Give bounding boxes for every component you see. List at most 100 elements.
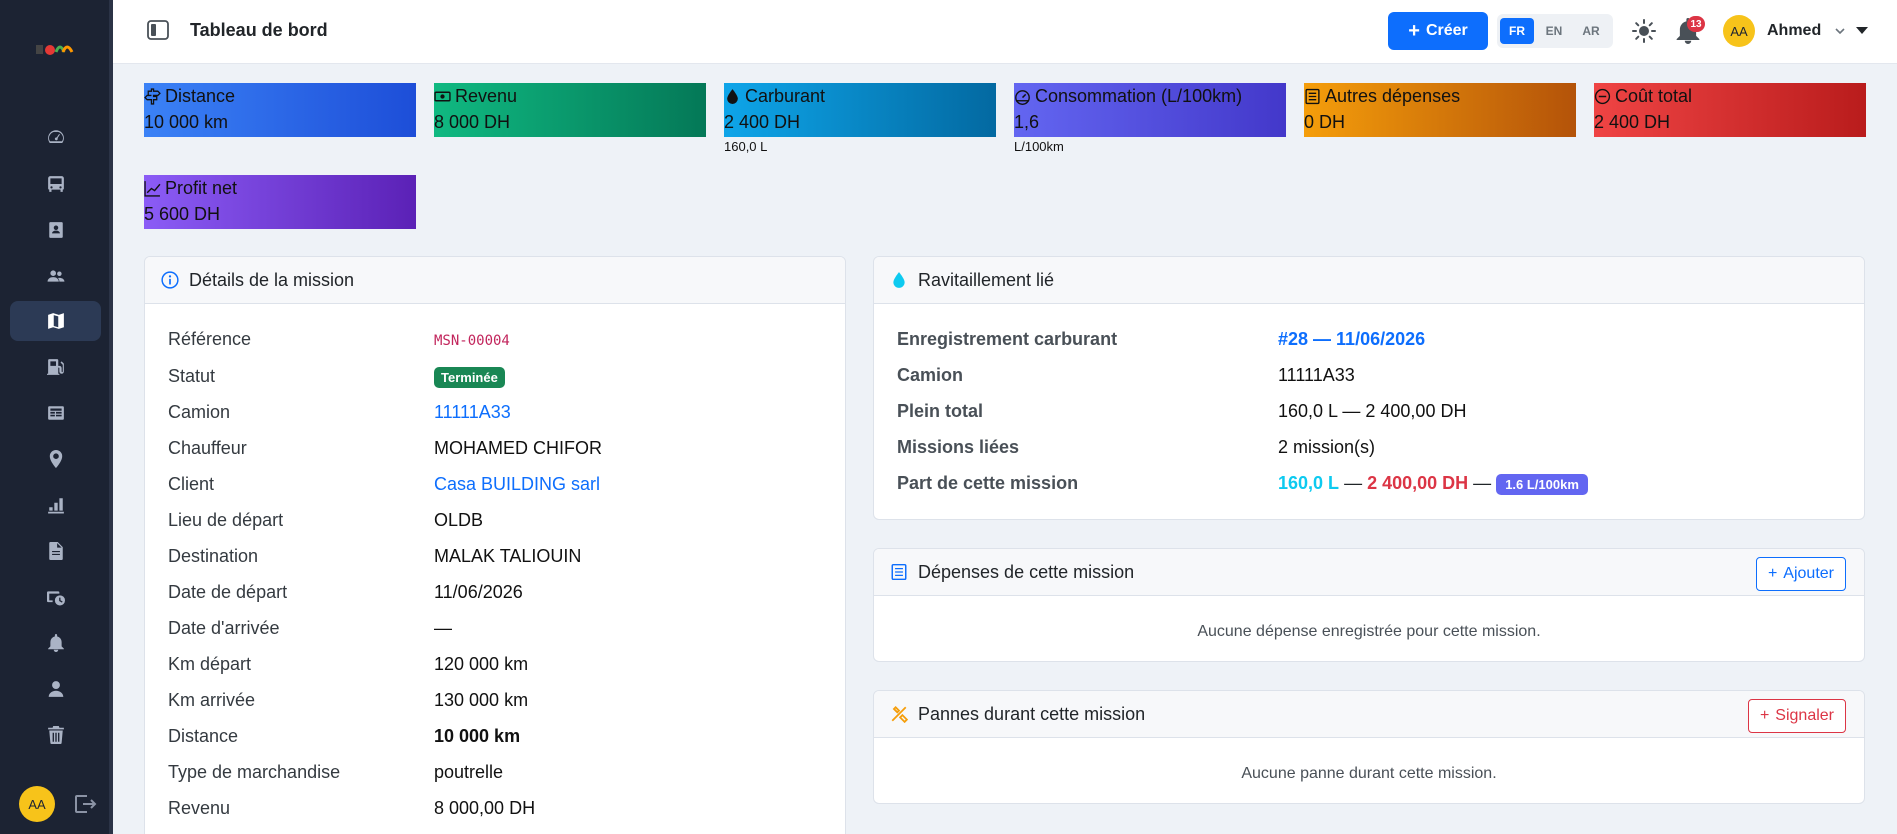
minus-circle-icon [1594, 88, 1611, 105]
tools-icon [891, 705, 908, 723]
sidebar-scrollbar[interactable] [109, 0, 113, 834]
sidebar-item-notifications[interactable] [10, 623, 101, 663]
create-button-label: Créer [1425, 22, 1468, 39]
stat-card-net-profit: Profit net 5 600 DH [144, 175, 416, 229]
share-separator: — [1344, 473, 1363, 493]
location-icon [49, 450, 62, 468]
stat-value: 2 400 DH [1594, 112, 1671, 132]
plus-icon: + [1408, 20, 1420, 42]
stat-value: 10 000 km [144, 112, 229, 132]
chart-icon [47, 498, 64, 514]
stat-value: 8 000 DH [434, 112, 511, 132]
mission-details-panel: Détails de la mission Référence MSN-0000… [144, 256, 846, 834]
sidebar-item-drivers[interactable] [10, 210, 101, 250]
sun-icon[interactable] [1631, 18, 1657, 44]
stat-card-revenue: Revenu 8 000 DH [434, 83, 706, 137]
create-button[interactable]: + Créer [1388, 12, 1488, 50]
expenses-icon [47, 406, 64, 420]
user-name[interactable]: Ahmed [1767, 22, 1821, 40]
sidebar-item-fuel[interactable] [10, 347, 101, 387]
sidebar-item-locations[interactable] [10, 439, 101, 479]
lang-en-button[interactable]: EN [1537, 18, 1571, 44]
mission-label-departure-place: Lieu de départ [168, 510, 284, 530]
mission-km-end-value: 130 000 km [434, 690, 529, 710]
language-switcher: FR EN AR [1497, 14, 1613, 48]
logout-icon[interactable] [73, 793, 97, 815]
app-logo[interactable] [36, 40, 76, 58]
stat-label: Autres dépenses [1325, 86, 1461, 106]
stat-value: 5 600 DH [144, 204, 221, 224]
sidebar-item-users[interactable] [10, 256, 101, 296]
linked-refuel-panel: Ravitaillement lié Enregistrement carbur… [873, 256, 1865, 520]
stat-value: 2 400 DH [724, 112, 801, 132]
consumption-rate-badge: 1.6 L/100km [1496, 473, 1588, 495]
report-breakdown-button[interactable]: + Signaler [1747, 699, 1846, 733]
sidebar-item-profile[interactable] [10, 669, 101, 709]
report-breakdown-label: Signaler [1775, 707, 1834, 724]
mission-expenses-header: Dépenses de cette mission + Ajouter [874, 549, 1864, 596]
add-expense-button[interactable]: + Ajouter [1755, 557, 1846, 591]
mission-details-title: Détails de la mission [189, 269, 355, 290]
mission-label-distance: Distance [168, 726, 239, 746]
lang-fr-button[interactable]: FR [1500, 18, 1534, 44]
sidebar-avatar[interactable]: AA [19, 786, 55, 822]
dashboard-icon [47, 130, 64, 143]
sidebar-item-missions[interactable] [10, 301, 101, 341]
mission-departure-place-value: OLDB [434, 510, 484, 530]
stat-card-total-cost: Coût total 2 400 DH [1594, 83, 1866, 137]
sidebar-item-trucks[interactable] [10, 164, 101, 204]
client-link[interactable]: Casa BUILDING sarl [434, 474, 600, 495]
share-liters: 160,0 L [1278, 473, 1340, 493]
mission-label-departure-date: Date de départ [168, 582, 288, 602]
receipt-icon [1305, 88, 1320, 105]
driver-id-icon [48, 222, 63, 238]
stat-label: Profit net [165, 178, 238, 198]
lang-ar-button[interactable]: AR [1574, 18, 1608, 44]
stat-label: Carburant [745, 86, 826, 106]
chevron-down-icon[interactable] [1833, 24, 1847, 38]
refuel-total-value: 160,0 L — 2 400,00 DH [1278, 401, 1467, 421]
refuel-label-share: Part de cette mission [897, 473, 1079, 493]
expenses-empty-message: Aucune dépense enregistrée pour cette mi… [1197, 623, 1541, 640]
mission-breakdowns-header: Pannes durant cette mission + Signaler [874, 691, 1864, 738]
droplet-icon [727, 89, 738, 104]
sidebar-item-expenses[interactable] [10, 393, 101, 433]
sidebar-toggle-icon[interactable] [147, 20, 169, 40]
stat-card-fuel: Carburant 2 400 DH 160,0 L [724, 83, 996, 154]
mission-label-goods-type: Type de marchandise [168, 762, 341, 782]
sidebar-item-documents[interactable] [10, 531, 101, 571]
mission-label-driver: Chauffeur [168, 438, 247, 458]
linked-refuel-title: Ravitaillement lié [918, 269, 1055, 290]
speedometer-icon [1015, 90, 1030, 105]
sidebar-item-maintenance[interactable] [10, 577, 101, 617]
sidebar-item-reports[interactable] [10, 485, 101, 525]
truck-link[interactable]: 11111A33 [434, 402, 511, 423]
mission-label-km-start: Km départ [168, 654, 252, 674]
receipt-icon [891, 563, 907, 581]
linked-refuel-header: Ravitaillement lié [874, 257, 1864, 304]
fuel-record-link[interactable]: #28 — 11/06/2026 [1278, 329, 1425, 350]
user-menu-caret-icon[interactable] [1856, 27, 1868, 34]
refuel-linked-missions-value: 2 mission(s) [1278, 437, 1376, 457]
maintenance-icon [46, 591, 65, 606]
mission-label-km-end: Km arrivée [168, 690, 256, 710]
stat-value: 1,6 [1014, 112, 1040, 132]
map-icon [47, 313, 64, 329]
share-amount: 2 400,00 DH [1367, 473, 1469, 493]
user-icon [48, 681, 63, 697]
user-avatar[interactable]: AA [1723, 15, 1755, 47]
sidebar-item-trash[interactable] [10, 715, 101, 755]
stat-card-distance: Distance 10 000 km [144, 83, 416, 137]
stat-card-consumption: Consommation (L/100km) 1,6 L/100km [1014, 83, 1286, 154]
stat-subvalue: L/100km [1014, 139, 1064, 154]
refuel-label-total: Plein total [897, 401, 984, 421]
mission-label-destination: Destination [168, 546, 259, 566]
page-title: Tableau de bord [190, 20, 328, 40]
mission-label-arrival-date: Date d'arrivée [168, 618, 280, 638]
info-icon [161, 271, 179, 289]
refuel-truck-value: 11111A33 [1278, 365, 1355, 385]
notification-count-badge: 13 [1687, 16, 1705, 32]
sidebar-item-dashboard[interactable] [10, 117, 101, 157]
stat-label: Coût total [1615, 86, 1693, 106]
bell-icon [47, 634, 64, 652]
